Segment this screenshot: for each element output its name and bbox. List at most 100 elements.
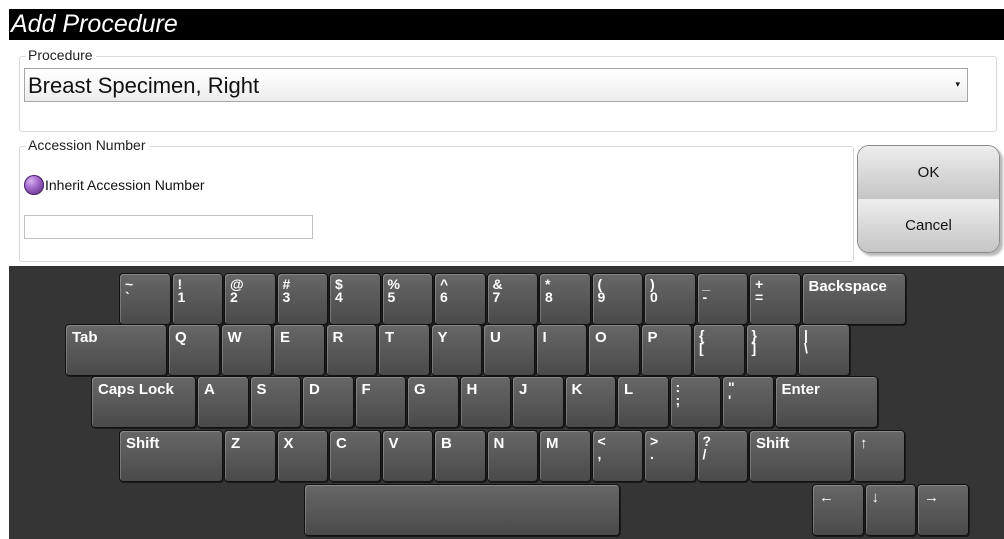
key-tilde[interactable]: ~ ` [119,273,171,325]
key-h[interactable]: H [459,376,511,428]
key-i[interactable]: I [535,324,587,376]
key-arrow-right[interactable]: → [917,484,969,536]
key-t[interactable]: T [378,324,430,376]
key-enter[interactable]: Enter [774,376,878,428]
key-z[interactable]: Z [224,430,276,482]
key-label: ↑ [860,435,868,452]
inherit-accession-label[interactable]: Inherit Accession Number [45,177,205,193]
key-3[interactable]: #3 [276,273,328,325]
key-label: K [571,381,583,398]
key-label: V [388,435,399,452]
action-panel: OK Cancel [857,145,1000,253]
key-label: Enter [781,381,820,398]
key-base-symbol: \ [804,340,808,356]
key-k[interactable]: K [564,376,616,428]
key-base-symbol: 8 [545,289,553,305]
key-0[interactable]: ) 0 [644,273,696,325]
key-8[interactable]: * 8 [539,273,591,325]
key-label: Caps Lock [98,381,174,398]
key-arrow-left[interactable]: ← [812,484,864,536]
accession-number-input[interactable] [24,215,313,239]
key-base-symbol: , [597,446,602,462]
procedure-dropdown[interactable]: Breast Specimen, Right ▾ [24,68,968,102]
key-s[interactable]: S [249,376,301,428]
key-f[interactable]: F [354,376,406,428]
key-caps-lock[interactable]: Caps Lock [91,376,196,428]
key-label: X [283,435,294,452]
key-label: N [493,435,505,452]
key-tab[interactable]: Tab [65,324,167,376]
key-right-bracket[interactable]: }] [745,324,797,376]
key-r[interactable]: R [325,324,377,376]
key-label: D [309,381,320,398]
key-c[interactable]: C [329,430,381,482]
key-base-symbol: 6 [440,289,448,305]
key-d[interactable]: D [302,376,354,428]
key-label: P [647,329,658,346]
key-label: A [204,381,215,398]
key-label: S [256,381,267,398]
key-4[interactable]: $4 [329,273,381,325]
key-quote[interactable]: " ' [722,376,774,428]
key-label: G [414,381,426,398]
key-slash[interactable]: ? / [696,430,748,482]
key-base-symbol: / [702,446,707,462]
key-b[interactable]: B [434,430,486,482]
key-right-shift[interactable]: Shift [749,430,852,482]
key-1[interactable]: ! 1 [171,273,223,325]
key-n[interactable]: N [486,430,538,482]
key-label: M [546,435,559,452]
key-w[interactable]: W [220,324,272,376]
key-a[interactable]: A [197,376,249,428]
key-x[interactable]: X [276,430,328,482]
key-m[interactable]: M [539,430,591,482]
ok-button[interactable]: OK [858,146,999,200]
key-semicolon[interactable]: :; [669,376,721,428]
key-label: J [519,381,528,398]
dropdown-arrow-icon: ▾ [955,79,960,89]
key-label: I [542,329,547,346]
procedure-selected-value: Breast Specimen, Right [28,73,260,98]
key-space[interactable] [304,484,620,536]
key-minus[interactable]: _ - [696,273,748,325]
key-label: Z [231,435,241,452]
key-9[interactable]: (9 [591,273,643,325]
key-arrow-up[interactable]: ↑ [853,430,905,482]
key-backslash[interactable]: | \ [798,324,850,376]
key-5[interactable]: % 5 [381,273,433,325]
key-y[interactable]: Y [430,324,482,376]
key-p[interactable]: P [640,324,692,376]
key-period[interactable]: >. [644,430,696,482]
key-left-shift[interactable]: Shift [119,430,223,482]
key-label: R [332,329,344,346]
inherit-accession-radio[interactable] [24,175,44,195]
title-bar: Add Procedure [9,9,1004,40]
key-base-symbol: ; [675,392,681,408]
key-o[interactable]: O [588,324,640,376]
key-g[interactable]: G [407,376,459,428]
key-6[interactable]: ^ 6 [434,273,486,325]
key-equals[interactable]: + = [749,273,801,325]
key-base-symbol: 9 [597,289,606,305]
key-7[interactable]: & 7 [486,273,538,325]
key-backspace[interactable]: Backspace [801,273,906,325]
key-left-bracket[interactable]: {[ [693,324,745,376]
key-arrow-down[interactable]: ↓ [864,484,916,536]
key-label: E [280,329,291,346]
key-e[interactable]: E [273,324,325,376]
key-u[interactable]: U [483,324,535,376]
key-base-symbol: [ [699,340,704,356]
key-comma[interactable]: <, [591,430,643,482]
key-label: ↓ [871,489,880,506]
key-q[interactable]: Q [168,324,220,376]
on-screen-keyboard: ~ `! 1 @2 #3 $4% 5 ^ 6 & 7 * 8(9) 0 _ - + = Backspace Tab Q W… [9,266,1004,539]
key-label: H [466,381,478,398]
key-v[interactable]: V [381,430,433,482]
cancel-button[interactable]: Cancel [858,199,999,252]
key-2[interactable]: @2 [224,273,276,325]
key-l[interactable]: L [617,376,669,428]
key-base-symbol: 5 [387,289,396,305]
key-j[interactable]: J [512,376,564,428]
key-label: Q [175,329,187,346]
key-label: W [227,329,242,346]
